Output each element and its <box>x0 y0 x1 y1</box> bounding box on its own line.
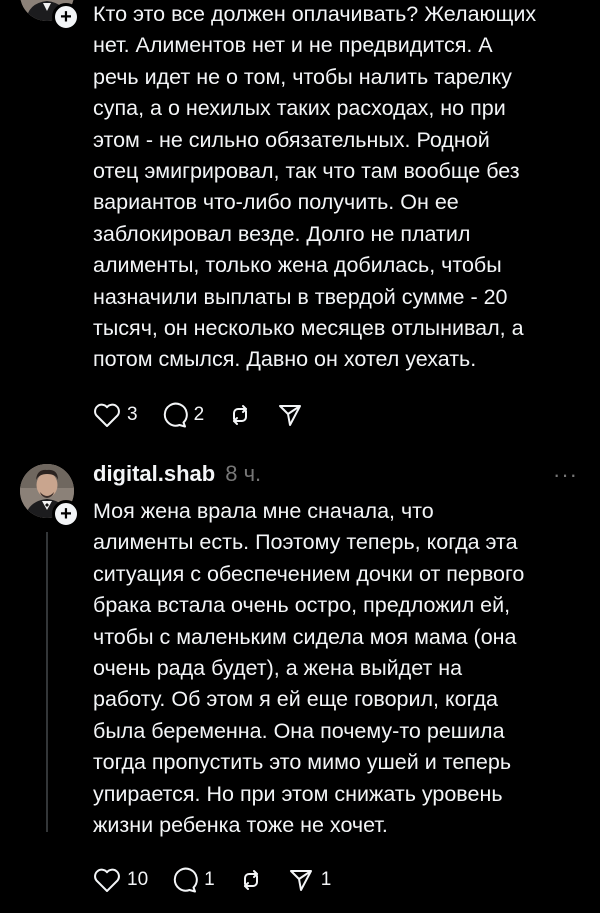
send-paper-plane-icon <box>287 866 315 894</box>
share-button[interactable]: 1 <box>287 866 332 894</box>
like-count: 10 <box>127 869 149 890</box>
username[interactable]: digital.shab <box>93 461 215 487</box>
timestamp: 8 ч. <box>225 461 262 486</box>
post-text: Кто это все должен оплачивать? Желающих … <box>93 2 537 372</box>
like-count: 3 <box>127 404 138 425</box>
share-button[interactable] <box>276 401 304 429</box>
comment-button[interactable]: 1 <box>170 866 215 894</box>
post-text: Моя жена врала мне сначала, что алименты… <box>93 499 525 838</box>
comment-button[interactable]: 2 <box>160 401 205 429</box>
thread-line <box>46 532 48 832</box>
share-count: 1 <box>320 869 332 890</box>
send-paper-plane-icon <box>276 401 304 429</box>
follow-plus-icon[interactable]: + <box>52 500 80 528</box>
repost-button[interactable] <box>226 401 254 429</box>
repost-arrows-icon <box>237 866 265 894</box>
comment-bubble-icon <box>170 866 198 894</box>
repost-arrows-icon <box>226 401 254 429</box>
like-button[interactable]: 3 <box>93 402 138 428</box>
like-button[interactable]: 10 <box>93 867 148 893</box>
repost-button[interactable] <box>237 866 265 894</box>
post-actions: 10 1 1 <box>93 865 353 895</box>
heart-icon <box>93 402 121 428</box>
post-actions: 3 2 <box>93 400 326 430</box>
heart-icon <box>93 867 121 893</box>
comment-bubble-icon <box>160 401 188 429</box>
follow-plus-icon[interactable]: + <box>52 3 80 31</box>
comment-count: 2 <box>193 404 205 425</box>
more-dots-icon[interactable]: ··· <box>553 462 578 488</box>
comment-count: 1 <box>204 869 215 890</box>
post-header: digital.shab 8 ч. <box>93 461 261 487</box>
